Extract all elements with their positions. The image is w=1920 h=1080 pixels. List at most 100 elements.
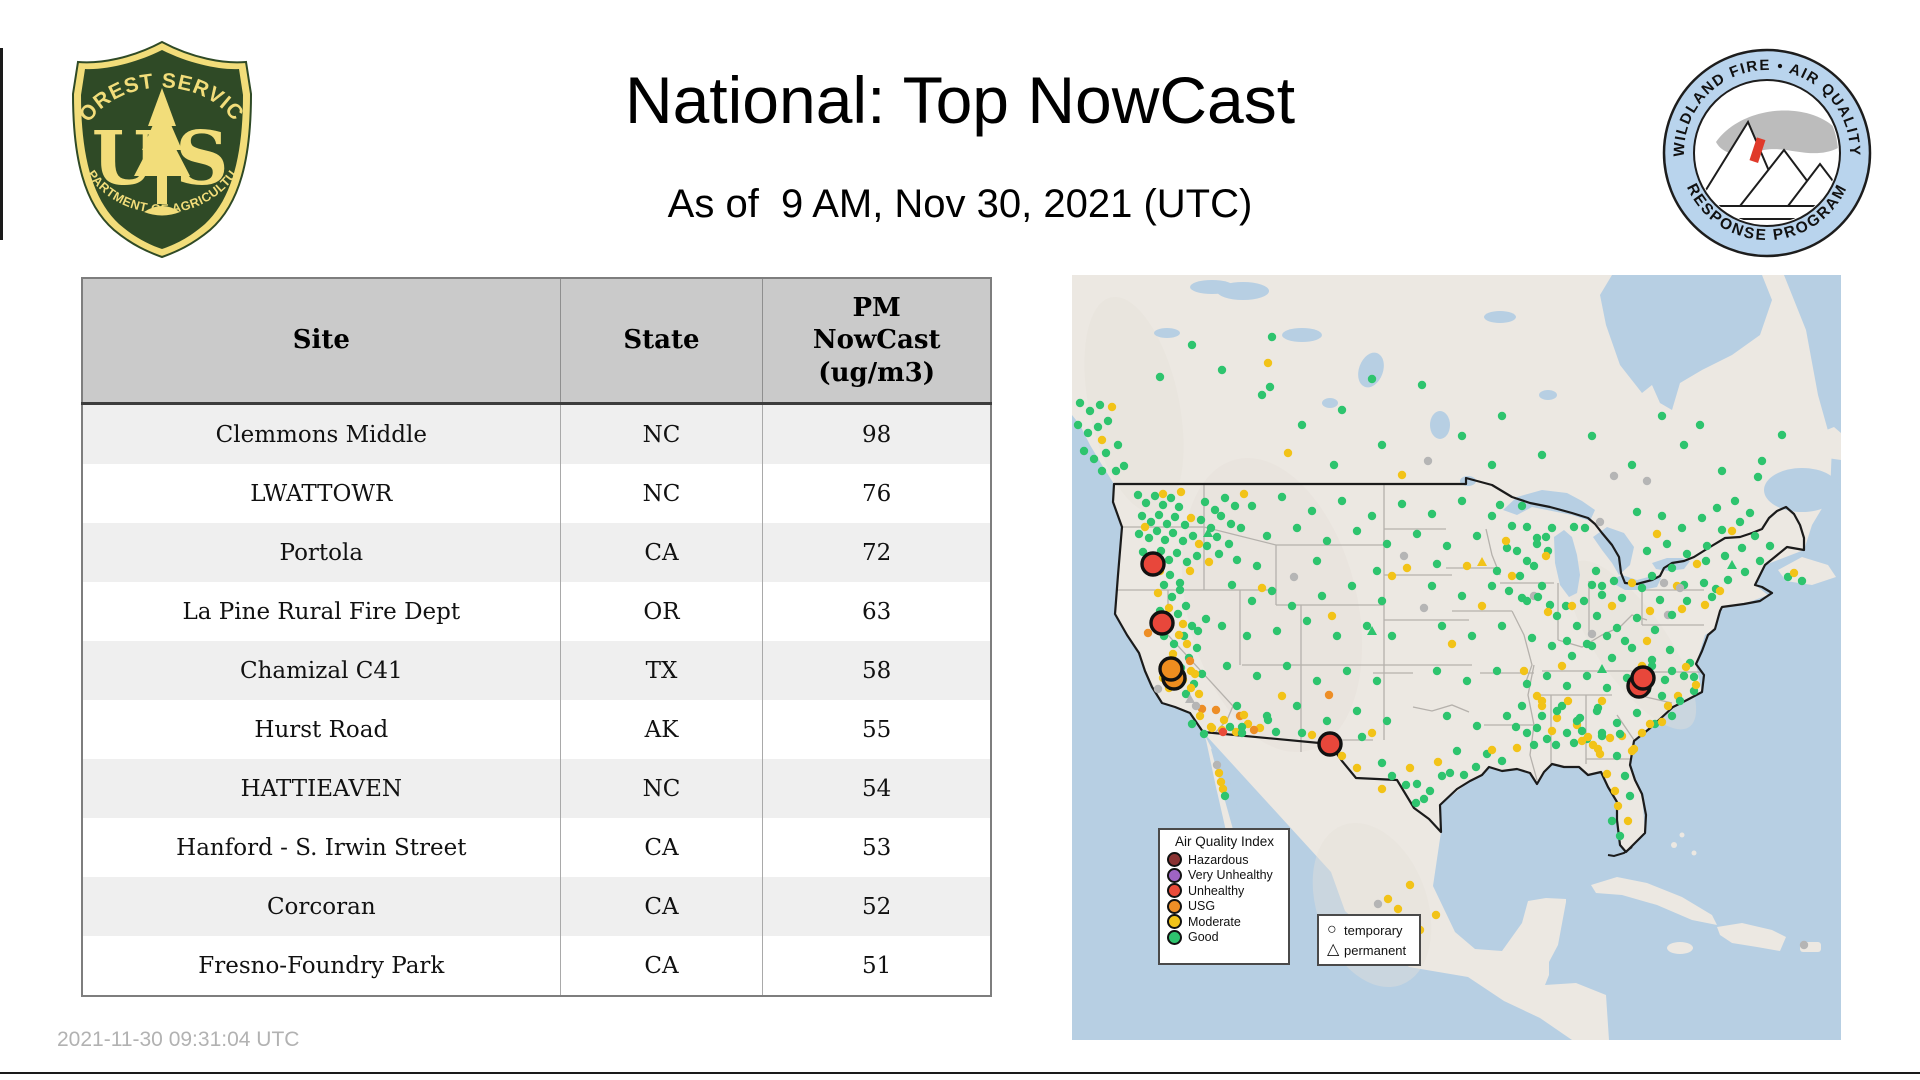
pm-nowcast-cell: 76 [762, 464, 991, 523]
monitor-dot [1352, 763, 1362, 773]
table-row: La Pine Rural Fire Dept OR 63 [82, 582, 991, 641]
monitor-dot [1452, 746, 1462, 756]
aqi-legend-label: Unhealthy [1188, 883, 1245, 898]
monitor-dot [1547, 641, 1557, 651]
state-cell: AK [559, 700, 763, 759]
monitor-dot [1679, 671, 1689, 681]
table-header-row: Site State PM NowCast (ug/m3) [82, 278, 991, 405]
monitor-dot [1432, 666, 1442, 676]
forest-service-logo-icon: FOREST SERVICE U S DEPARTMENT OF AGRICUL… [54, 18, 262, 260]
state-cell: NC [559, 403, 763, 464]
monitor-dot [1212, 532, 1222, 542]
monitor-dot [1507, 571, 1517, 581]
state-cell: NC [559, 464, 763, 523]
monitor-dot [1563, 696, 1573, 706]
monitor-dot [1662, 539, 1672, 549]
monitor-dot [1583, 732, 1593, 742]
monitor-dot [1166, 493, 1176, 503]
monitor-dot [1419, 794, 1429, 804]
top-site-marker [1158, 656, 1184, 682]
monitor-dot [1623, 816, 1633, 826]
pm-nowcast-cell: 72 [762, 523, 991, 582]
monitor-dot [1612, 718, 1622, 728]
monitor-dot [1155, 372, 1165, 382]
monitor-dot [1492, 666, 1502, 676]
monitor-dot [1267, 586, 1277, 596]
monitor-dot [1186, 513, 1196, 523]
monitor-dot [1174, 630, 1184, 640]
monitor-dot [1459, 770, 1469, 780]
monitor-dot [1675, 696, 1685, 706]
monitor-dot [1595, 517, 1605, 527]
monitor-dot [1652, 529, 1662, 539]
monitor-dot [1402, 563, 1412, 573]
monitor-dot [1218, 727, 1228, 737]
pm-nowcast-cell: 63 [762, 582, 991, 641]
monitor-dot [1745, 508, 1755, 518]
monitor-dot [1187, 340, 1197, 350]
monitor-dot [1637, 728, 1647, 738]
monitor-dot [1342, 666, 1352, 676]
monitor-dot [1093, 422, 1103, 432]
monitor-dot [1701, 556, 1711, 566]
monitor-dot [1372, 566, 1382, 576]
monitor-dot [1605, 733, 1615, 743]
monitor-dot [1504, 586, 1514, 596]
monitor-dot [1154, 510, 1164, 520]
monitor-dot [1625, 791, 1635, 801]
monitor-dot [1512, 743, 1522, 753]
monitor-dot [1107, 402, 1117, 412]
monitor-dot [1679, 440, 1689, 450]
monitor-dot [1216, 511, 1226, 521]
monitor-dot [1502, 711, 1512, 721]
aqi-legend-label: Very Unhealthy [1188, 868, 1273, 883]
monitor-dot [1437, 771, 1447, 781]
monitor-dot [1174, 502, 1184, 512]
monitor-dot [1267, 332, 1277, 342]
monitor-dot [1789, 568, 1799, 578]
monitor-dot [1533, 592, 1543, 602]
monitor-dot [1663, 701, 1673, 711]
monitor-dot [1257, 583, 1267, 593]
monitor-dot [1580, 523, 1590, 533]
monitor-dot [1659, 578, 1669, 588]
aqi-legend-item: Moderate [1167, 914, 1288, 930]
monitor-type-item: △ permanent [1327, 940, 1419, 960]
monitor-dot [1367, 511, 1377, 521]
monitor-dot [1519, 666, 1529, 676]
monitor-dot [1262, 531, 1272, 541]
monitor-dot [1517, 701, 1527, 711]
monitor-dot [1529, 561, 1539, 571]
monitor-dot [1562, 636, 1572, 646]
monitor-dot [1627, 578, 1637, 588]
monitor-dot [1227, 580, 1237, 590]
aqi-color-swatch [1167, 852, 1182, 868]
state-cell: CA [559, 877, 763, 936]
monitor-dot [1592, 706, 1602, 716]
monitor-dot [1247, 501, 1257, 511]
monitor-dot [1387, 631, 1397, 641]
monitor-dot [1433, 757, 1443, 767]
aqi-legend-item: Good [1167, 929, 1288, 946]
monitor-dot [1217, 621, 1227, 631]
monitor-dot [1178, 619, 1188, 629]
monitor-dot [1352, 706, 1362, 716]
monitor-dot [1397, 499, 1407, 509]
monitor-dot [1210, 505, 1220, 515]
monitor-dot [1735, 517, 1745, 527]
monitor-dot [1271, 727, 1281, 737]
monitor-dot [1239, 710, 1249, 720]
monitor-dot [1193, 626, 1203, 636]
site-cell: HATTIEAVEN [240, 775, 402, 802]
monitor-dot [1277, 492, 1287, 502]
monitor-dot [1383, 894, 1393, 904]
pm-nowcast-cell: 98 [762, 403, 991, 464]
generated-timestamp: 2021-11-30 09:31:04 UTC [57, 1028, 300, 1051]
monitor-dot [1382, 539, 1392, 549]
monitor-dot [1200, 497, 1210, 507]
monitor-dot [1185, 656, 1195, 666]
site-cell: Chamizal C41 [239, 657, 403, 684]
monitor-dot [1307, 730, 1317, 740]
monitor-dot [1532, 723, 1542, 733]
monitor-dot [1079, 446, 1089, 456]
